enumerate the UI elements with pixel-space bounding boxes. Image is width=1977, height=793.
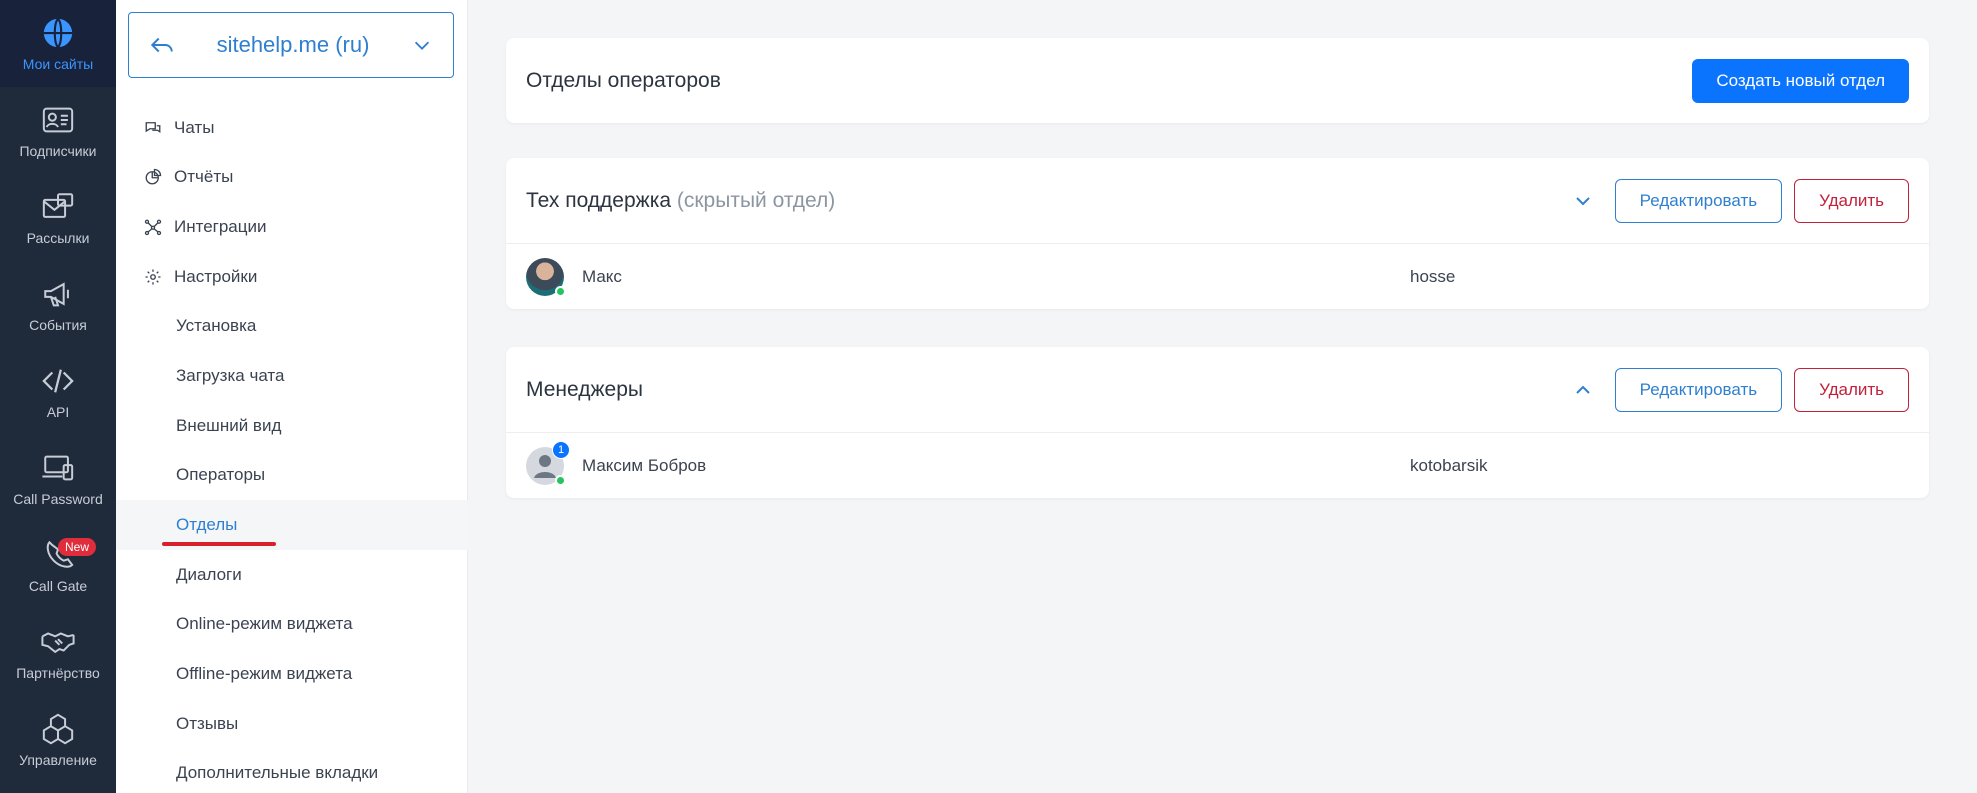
operator-row[interactable]: Макс hosse: [506, 243, 1929, 309]
nav-item-integrations[interactable]: Интеграции: [116, 202, 468, 252]
unread-count-badge: 1: [552, 440, 570, 459]
nav-label: Операторы: [176, 465, 266, 484]
rail-label: Управление: [19, 751, 97, 768]
rail-item-mailings[interactable]: Рассылки: [0, 174, 116, 261]
nav-label: Чаты: [174, 118, 215, 137]
back-arrow-icon[interactable]: [149, 32, 175, 58]
nav-label: Настройки: [174, 267, 258, 286]
nav-item-chat-loading[interactable]: Загрузка чата: [116, 351, 468, 401]
online-status-dot: [555, 474, 566, 486]
mail-icon: [42, 192, 74, 218]
nav-item-dialogs[interactable]: Диалоги: [116, 550, 468, 600]
chat-bubbles-icon: [145, 122, 161, 134]
cubes-icon: [42, 713, 74, 744]
edit-department-button[interactable]: Редактировать: [1614, 178, 1783, 223]
department-card: Тех поддержка (скрытый отдел) Редактиров…: [506, 158, 1929, 309]
gear-icon: [145, 269, 161, 285]
site-name: sitehelp.me (ru): [216, 32, 370, 57]
rail-item-subscribers[interactable]: Подписчики: [0, 87, 116, 174]
hidden-department-note: (скрытый отдел): [676, 188, 836, 212]
nav-item-settings[interactable]: Настройки: [116, 252, 468, 302]
rail-label: API: [46, 403, 70, 420]
nav-item-offline-mode[interactable]: Offline-режим виджета: [116, 649, 468, 699]
operator-login: hosse: [1410, 266, 1456, 286]
nav-label: Online-режим виджета: [176, 614, 353, 633]
devices-icon: [42, 455, 74, 480]
nav-label: Загрузка чата: [176, 366, 285, 385]
nav-item-reviews[interactable]: Отзывы: [116, 699, 468, 749]
department-card: Менеджеры Редактировать Удалить 1 Максим…: [506, 347, 1929, 498]
nav-label: Отделы: [176, 515, 238, 534]
network-icon: [144, 219, 162, 236]
nav-item-install[interactable]: Установка: [116, 301, 468, 351]
rail-label: Партнёрство: [16, 664, 100, 681]
rail-item-api[interactable]: API: [0, 348, 116, 435]
chevron-down-icon: [414, 41, 430, 50]
delete-department-button[interactable]: Удалить: [1794, 178, 1909, 223]
department-name: Менеджеры: [526, 377, 643, 401]
nav-label: Внешний вид: [176, 416, 282, 435]
chevron-up-icon[interactable]: [1571, 378, 1595, 402]
rail-label: События: [29, 316, 87, 333]
rail-item-events[interactable]: События: [0, 261, 116, 348]
rail-label: Рассылки: [26, 229, 90, 246]
online-status-dot: [555, 285, 566, 297]
avatar: 1: [526, 440, 570, 486]
rail-label: Call Password: [13, 490, 103, 507]
operator-name: Максим Бобров: [582, 455, 707, 475]
active-indicator: [162, 542, 276, 546]
nav-label: Отчёты: [174, 167, 234, 186]
edit-department-button[interactable]: Редактировать: [1614, 367, 1783, 412]
operator-name: Макс: [582, 266, 622, 286]
page-title: Отделы операторов: [526, 68, 721, 92]
contact-card-icon: [42, 107, 74, 132]
pie-chart-icon: [145, 168, 162, 185]
nav-label: Дополнительные вкладки: [176, 763, 379, 782]
nav-item-operators[interactable]: Операторы: [116, 450, 468, 500]
department-name: Тех поддержка: [526, 188, 672, 212]
rail-item-call-gate[interactable]: New Call Gate: [0, 522, 116, 609]
megaphone-icon: [44, 281, 69, 306]
rail-label: Мои сайты: [22, 55, 94, 72]
rail-item-my-sites[interactable]: Мои сайты: [0, 0, 116, 87]
globe-icon: [43, 17, 73, 48]
code-icon: [42, 368, 74, 393]
departments-header-card: Отделы операторов Создать новый отдел: [506, 38, 1929, 123]
rail-item-partnership[interactable]: Партнёрство: [0, 609, 116, 696]
chevron-down-icon[interactable]: [1571, 189, 1595, 213]
nav-label: Диалоги: [176, 565, 242, 584]
rail-label: Подписчики: [19, 142, 97, 159]
nav-item-extra-tabs[interactable]: Дополнительные вкладки: [116, 748, 468, 793]
nav-label: Интеграции: [174, 217, 267, 236]
nav-label: Установка: [176, 316, 257, 335]
app-rail: Мои сайты Подписчики Рассылки События AP…: [0, 0, 116, 793]
create-department-button[interactable]: Создать новый отдел: [1692, 58, 1909, 103]
nav-label: Offline-режим виджета: [176, 664, 353, 683]
department-title: Тех поддержка (скрытый отдел): [526, 189, 835, 213]
operator-row[interactable]: 1 Максим Бобров kotobarsik: [506, 432, 1929, 498]
handshake-icon: [41, 631, 75, 653]
nav-item-departments[interactable]: Отделы: [116, 500, 468, 550]
delete-department-button[interactable]: Удалить: [1794, 367, 1909, 412]
nav-item-appearance[interactable]: Внешний вид: [116, 401, 468, 451]
nav-item-reports[interactable]: Отчёты: [116, 152, 468, 202]
new-badge: New: [58, 538, 97, 556]
nav-label: Отзывы: [176, 714, 239, 733]
rail-item-management[interactable]: Управление: [0, 696, 116, 783]
operator-login: kotobarsik: [1410, 455, 1488, 475]
nav-item-chats[interactable]: Чаты: [116, 103, 468, 153]
avatar: [526, 257, 566, 297]
settings-nav: sitehelp.me (ru) Чаты Отчёты Интеграции …: [116, 0, 468, 793]
rail-label: Call Gate: [28, 577, 88, 594]
rail-item-call-password[interactable]: Call Password: [0, 435, 116, 522]
site-selector[interactable]: sitehelp.me (ru): [128, 12, 454, 78]
nav-item-online-mode[interactable]: Online-режим виджета: [116, 599, 468, 649]
